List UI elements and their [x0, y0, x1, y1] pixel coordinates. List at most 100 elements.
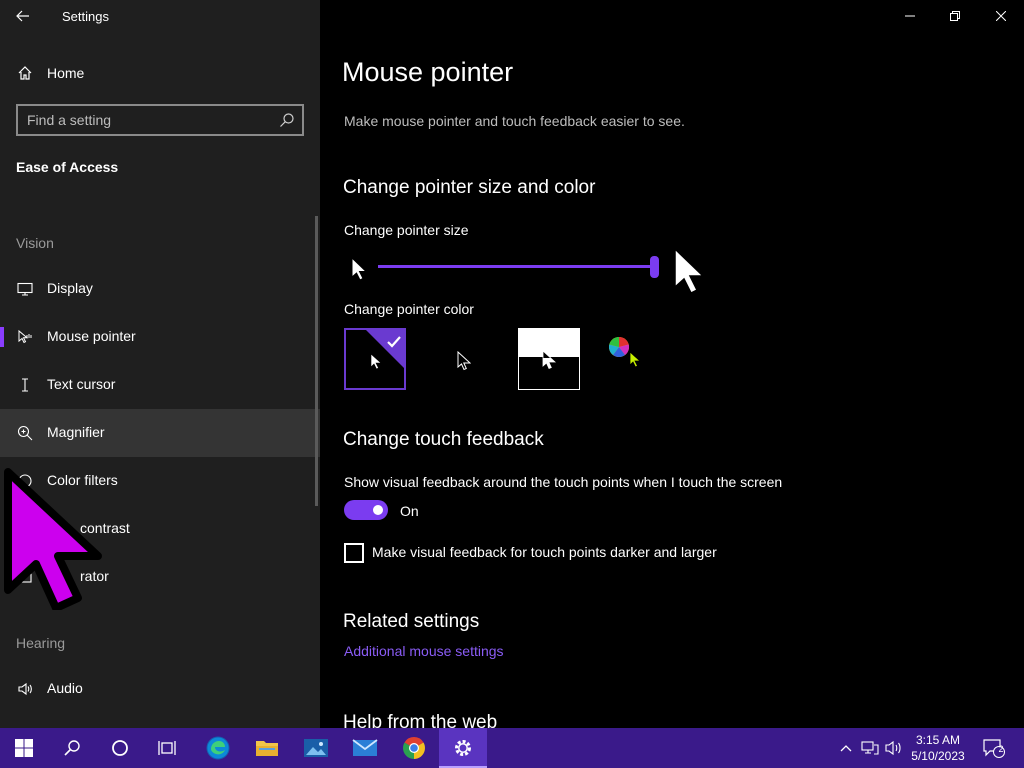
- file-explorer-button[interactable]: [243, 728, 291, 768]
- inverted-pointer-icon: [542, 350, 556, 370]
- cortana-button[interactable]: [96, 728, 144, 768]
- pointer-color-black-option[interactable]: [434, 328, 496, 390]
- notifications-button[interactable]: 2: [982, 738, 1006, 758]
- help-from-web-heading: Help from the web: [343, 712, 498, 728]
- sidebar-item-mouse-pointer[interactable]: Mouse pointer: [0, 313, 320, 361]
- sidebar-item-magnifier[interactable]: Magnifier: [0, 409, 320, 457]
- pointer-icon: [16, 328, 34, 346]
- sidebar-item-label: contrast: [80, 520, 130, 536]
- sidebar-item-text-cursor[interactable]: Text cursor: [0, 361, 320, 409]
- toggle-knob: [373, 505, 383, 515]
- restore-button[interactable]: [932, 0, 978, 32]
- pointer-size-label: Change pointer size: [344, 222, 469, 238]
- main-panel: Mouse pointer Make mouse pointer and tou…: [320, 0, 1024, 728]
- sidebar-item-label: Magnifier: [47, 424, 105, 440]
- touch-feedback-toggle[interactable]: [344, 500, 388, 520]
- network-icon: [861, 741, 879, 755]
- narrator-icon: [16, 568, 34, 586]
- mail-icon: [352, 739, 378, 756]
- edge-icon: [206, 736, 230, 760]
- notification-count-badge: 2: [998, 744, 1004, 754]
- white-pointer-icon: [370, 353, 382, 370]
- cortana-icon: [112, 740, 128, 756]
- photos-button[interactable]: [292, 728, 340, 768]
- chrome-icon: [403, 737, 425, 759]
- file-explorer-icon: [256, 741, 278, 756]
- minimize-button[interactable]: [887, 0, 933, 32]
- sidebar-item-label: Display: [47, 280, 93, 296]
- settings-button[interactable]: [439, 728, 487, 768]
- minimize-icon: [905, 15, 915, 17]
- task-view-button[interactable]: [144, 728, 192, 768]
- color-wheel-icon: [608, 336, 630, 357]
- page-title: Mouse pointer: [342, 57, 514, 87]
- group-label-hearing: Hearing: [16, 635, 66, 651]
- sidebar-item-high-contrast[interactable]: contrast: [0, 505, 320, 553]
- volume-icon: [885, 740, 901, 756]
- task-view-icon: [158, 741, 176, 755]
- start-button[interactable]: [0, 728, 48, 768]
- mail-button[interactable]: [341, 728, 389, 768]
- sidebar-item-display[interactable]: Display: [0, 265, 320, 313]
- darker-feedback-checkbox[interactable]: [344, 543, 364, 563]
- taskbar-clock[interactable]: 3:15 AM 5/10/2023: [906, 732, 970, 764]
- touch-feedback-heading: Change touch feedback: [343, 429, 544, 450]
- page-subtitle: Make mouse pointer and touch feedback ea…: [344, 113, 685, 129]
- sidebar: Settings Home Ease of Access Vision Disp…: [0, 0, 320, 728]
- pointer-size-slider-track[interactable]: [378, 265, 654, 268]
- pointer-size-slider-thumb[interactable]: [649, 256, 659, 278]
- search-box[interactable]: [16, 104, 304, 136]
- search-icon[interactable]: [279, 112, 295, 128]
- selected-indicator: [0, 327, 4, 347]
- edge-button[interactable]: [194, 728, 242, 768]
- text-cursor-icon: [16, 376, 34, 394]
- darker-feedback-label: Make visual feedback for touch points da…: [372, 544, 717, 560]
- pointer-color-label: Change pointer color: [344, 301, 474, 317]
- color-filters-icon: [16, 472, 34, 490]
- chevron-up-icon: [840, 745, 852, 752]
- show-hidden-icons-button[interactable]: [836, 738, 856, 758]
- home-nav-item[interactable]: Home: [0, 55, 320, 91]
- chrome-button[interactable]: [390, 728, 438, 768]
- touch-feedback-label: Show visual feedback around the touch po…: [344, 474, 783, 490]
- sidebar-item-audio[interactable]: Audio: [0, 665, 320, 713]
- title-bar-left: Settings: [0, 0, 320, 32]
- taskbar-search-button[interactable]: [48, 728, 96, 768]
- pointer-color-white-option[interactable]: [344, 328, 406, 390]
- pointer-color-custom-option[interactable]: [604, 328, 666, 390]
- back-button[interactable]: [10, 4, 36, 28]
- size-color-heading: Change pointer size and color: [343, 177, 596, 198]
- restore-icon: [950, 11, 960, 21]
- additional-mouse-settings-link[interactable]: Additional mouse settings: [344, 643, 504, 659]
- settings-gear-icon: [455, 740, 471, 756]
- home-label: Home: [47, 65, 85, 81]
- search-icon: [64, 740, 80, 756]
- pointer-color-inverted-option[interactable]: [518, 328, 580, 390]
- sidebar-item-label: Audio: [47, 680, 83, 696]
- close-icon: [996, 11, 1006, 21]
- volume-button[interactable]: [884, 738, 904, 758]
- back-arrow-icon: [16, 10, 29, 22]
- section-heading: Ease of Access: [16, 159, 119, 175]
- toggle-state-label: On: [400, 503, 419, 519]
- search-input[interactable]: [27, 111, 267, 129]
- sidebar-item-color-filters[interactable]: Color filters: [0, 457, 320, 505]
- app-title: Settings: [62, 9, 109, 24]
- sidebar-item-label: Mouse pointer: [47, 328, 136, 344]
- close-button[interactable]: [978, 0, 1024, 32]
- sidebar-item-label: Text cursor: [47, 376, 116, 392]
- photos-icon: [304, 739, 328, 757]
- black-pointer-icon: [457, 351, 471, 371]
- sidebar-scrollbar[interactable]: [315, 216, 318, 506]
- related-settings-heading: Related settings: [343, 611, 480, 632]
- clock-date: 5/10/2023: [911, 749, 965, 763]
- taskbar: 3:15 AM 5/10/2023 2: [0, 728, 1024, 768]
- audio-icon: [16, 680, 34, 698]
- large-pointer-icon: [674, 247, 705, 295]
- sidebar-item-label: Color filters: [47, 472, 118, 488]
- sidebar-item-label: rator: [80, 568, 109, 584]
- small-pointer-icon: [351, 256, 368, 281]
- network-button[interactable]: [860, 738, 880, 758]
- windows-logo-icon: [15, 739, 33, 757]
- sidebar-item-narrator[interactable]: rator: [0, 553, 320, 601]
